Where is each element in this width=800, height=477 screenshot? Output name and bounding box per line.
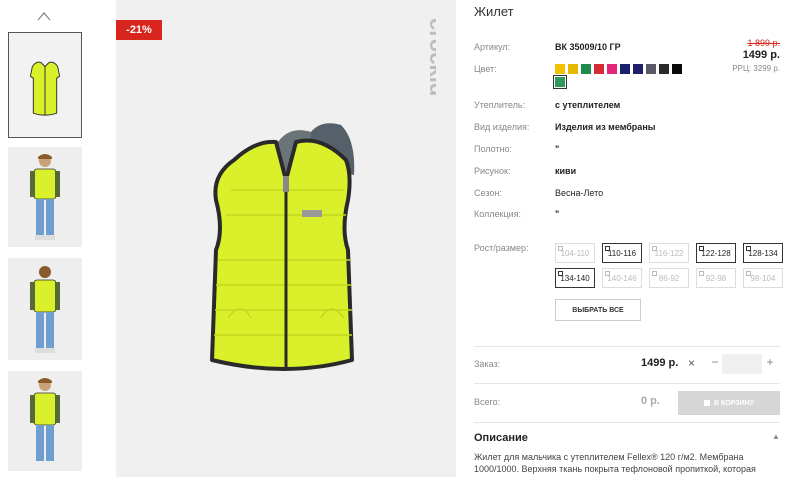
size-option[interactable]: 140-146	[602, 268, 642, 288]
size-option[interactable]: 98-104	[743, 268, 783, 288]
attr-label-pattern: Рисунок:	[474, 166, 511, 176]
size-option[interactable]: 86-92	[649, 268, 689, 288]
svg-text:crockid: crockid	[425, 18, 436, 96]
size-checkbox	[558, 271, 563, 276]
product-title: Жилет	[474, 4, 514, 19]
color-swatch[interactable]	[646, 64, 656, 74]
size-label: 110-116	[607, 248, 637, 258]
recommended-price: РРЦ: 3299 р.	[732, 64, 780, 73]
description-text: Жилет для мальчика с утеплителем Fellex®…	[474, 452, 756, 474]
attr-value-insulation: с утеплителем	[555, 100, 621, 110]
size-label: 98-104	[750, 273, 776, 283]
size-option[interactable]: 122-128	[696, 243, 736, 263]
size-label: 104-110	[560, 248, 590, 258]
attr-label-type: Вид изделия:	[474, 122, 530, 132]
thumbnail-vest[interactable]	[8, 32, 82, 138]
size-label: 86-92	[658, 273, 680, 283]
quantity-input[interactable]	[722, 354, 762, 374]
attr-label-article: Артикул:	[474, 42, 511, 52]
size-option[interactable]: 92-98	[696, 268, 736, 288]
brand-logo: crockid	[408, 14, 450, 134]
thumbnail-gallery	[0, 0, 90, 477]
size-checkbox	[746, 246, 751, 251]
thumbnail-boy-back[interactable]	[8, 258, 82, 360]
size-option[interactable]: 116-122	[649, 243, 689, 263]
add-to-cart-label: В КОРЗИНУ	[713, 399, 755, 407]
size-checkbox	[699, 246, 704, 251]
size-label: 92-98	[705, 273, 727, 283]
cart-icon	[703, 400, 710, 406]
size-option[interactable]: 104-110	[555, 243, 595, 263]
attr-value-pattern: киви	[555, 166, 577, 176]
size-checkbox	[652, 271, 657, 276]
color-swatches	[553, 64, 685, 89]
times-icon: ×	[688, 356, 696, 370]
size-checkbox	[746, 271, 751, 276]
attr-value-type: Изделия из мембраны	[555, 122, 656, 132]
attr-label-insulation: Утеплитель:	[474, 100, 526, 110]
quantity-increase-button[interactable]: +	[764, 355, 776, 369]
size-checkbox	[605, 246, 610, 251]
size-selector: 104-110 110-116 116-122 122-128 128-134 134-1…	[555, 243, 785, 288]
size-option[interactable]: 134-140	[555, 268, 595, 288]
size-option[interactable]: 110-116	[602, 243, 642, 263]
attr-label-color: Цвет:	[474, 64, 497, 74]
color-swatch[interactable]	[620, 64, 630, 74]
order-price: 1499 р.	[641, 357, 679, 369]
size-label: 122-128	[701, 248, 731, 258]
attr-label-size: Рост/размер:	[474, 243, 529, 253]
color-swatch[interactable]	[555, 64, 565, 74]
attr-value-fabric: "	[555, 144, 560, 154]
total-value: 0 р.	[641, 395, 660, 407]
color-swatch[interactable]	[581, 64, 591, 74]
thumbnail-boy-front[interactable]	[8, 147, 82, 247]
size-label: 140-146	[607, 273, 637, 283]
divider	[474, 422, 780, 423]
size-checkbox	[558, 246, 563, 251]
old-price: 1 899 р.	[747, 38, 780, 48]
select-all-sizes-button[interactable]: ВЫБРАТЬ ВСЕ	[555, 299, 641, 321]
attr-value-article: ВК 35009/10 ГР	[555, 42, 621, 52]
color-swatch[interactable]	[659, 64, 669, 74]
current-price: 1499 р.	[742, 49, 780, 61]
size-label: 128-134	[748, 248, 778, 258]
size-option[interactable]: 128-134	[743, 243, 783, 263]
color-swatch[interactable]	[633, 64, 643, 74]
color-swatch[interactable]	[594, 64, 604, 74]
divider	[474, 346, 780, 347]
add-to-cart-button[interactable]: В КОРЗИНУ	[678, 391, 780, 415]
attr-value-season: Весна-Лето	[555, 188, 604, 198]
main-product-image[interactable]	[116, 0, 456, 477]
total-label: Всего:	[474, 397, 501, 407]
color-swatch[interactable]	[553, 75, 567, 89]
attr-label-fabric: Полотно:	[474, 144, 513, 154]
color-swatch[interactable]	[672, 64, 682, 74]
attr-value-collection: "	[555, 209, 560, 219]
size-checkbox	[699, 271, 704, 276]
order-label: Заказ:	[474, 359, 501, 369]
size-label: 116-122	[654, 248, 684, 258]
thumbnail-boy-side[interactable]	[8, 371, 82, 471]
chevron-up-icon[interactable]	[36, 10, 52, 22]
color-swatch[interactable]	[607, 64, 617, 74]
quantity-decrease-button[interactable]: −	[709, 355, 721, 369]
size-checkbox	[652, 246, 657, 251]
size-checkbox	[605, 271, 610, 276]
attr-label-season: Сезон:	[474, 188, 502, 198]
color-swatch[interactable]	[568, 64, 578, 74]
description-title: Описание	[474, 432, 528, 444]
attr-label-collection: Коллекция:	[474, 209, 522, 219]
discount-badge: -21%	[116, 20, 162, 40]
size-label: 134-140	[560, 273, 590, 283]
collapse-arrow-icon[interactable]: ▲	[772, 432, 780, 441]
divider	[474, 383, 780, 384]
